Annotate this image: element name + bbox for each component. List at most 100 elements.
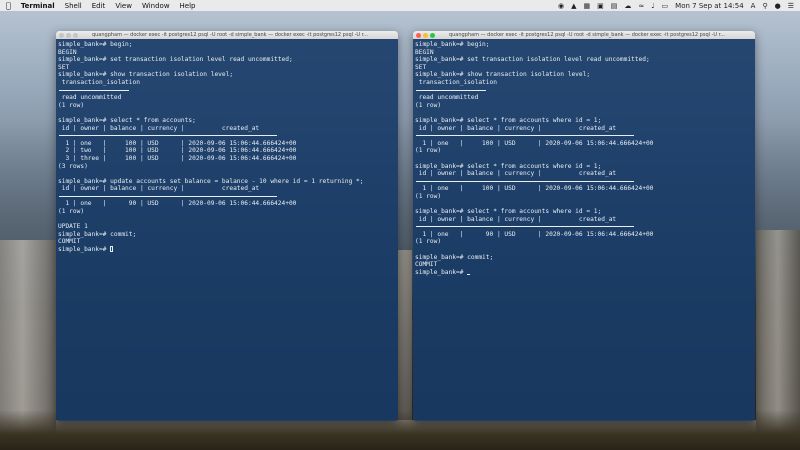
search-icon[interactable]: ⚲ bbox=[762, 2, 767, 10]
table-separator bbox=[415, 132, 753, 140]
prompt-line: simple_bank=# show transaction isolation… bbox=[58, 71, 234, 79]
prompt-line: simple_bank=# select * from accounts whe… bbox=[415, 116, 602, 124]
output-line: (1 row) bbox=[415, 101, 442, 109]
record-icon[interactable]: ◉ bbox=[558, 2, 564, 10]
output-line: SET bbox=[415, 63, 427, 71]
output-line: transaction_isolation bbox=[415, 78, 497, 86]
menu-edit[interactable]: Edit bbox=[92, 2, 106, 10]
prompt-line: simple_bank=# show transaction isolation… bbox=[415, 71, 591, 79]
maximize-icon[interactable] bbox=[430, 32, 435, 38]
clock-text[interactable]: Mon 7 Sep at 14:54 bbox=[675, 2, 744, 10]
output-line: 3 | three | 100 | USD | 2020-09-06 15:06… bbox=[58, 154, 297, 162]
prompt-line: simple_bank=# commit; bbox=[415, 253, 494, 261]
output-line: COMMIT bbox=[415, 261, 438, 269]
menu-view[interactable]: View bbox=[115, 2, 132, 10]
window-title: quangpham — docker exec -it postgres12 p… bbox=[91, 32, 369, 38]
output-line: id | owner | balance | currency | create… bbox=[58, 124, 260, 132]
terminal-window-left[interactable]: quangpham — docker exec -it postgres12 p… bbox=[56, 31, 398, 421]
window-title: quangpham — docker exec -it postgres12 p… bbox=[448, 32, 726, 38]
wifi-icon[interactable]: ≈ bbox=[638, 2, 644, 10]
output-line: BEGIN bbox=[415, 48, 434, 56]
prompt-line: simple_bank=# select * from accounts; bbox=[58, 116, 196, 124]
window-titlebar[interactable]: quangpham — docker exec -it postgres12 p… bbox=[413, 31, 755, 39]
maximize-icon[interactable] bbox=[73, 32, 78, 38]
app-menu-terminal[interactable]: Terminal bbox=[21, 2, 55, 10]
prompt-line: simple_bank=# update accounts set balanc… bbox=[58, 177, 364, 185]
output-line: SET bbox=[58, 63, 70, 71]
output-line: 1 | one | 100 | USD | 2020-09-06 15:06:4… bbox=[415, 139, 654, 147]
menu-help[interactable]: Help bbox=[180, 2, 196, 10]
table-separator bbox=[415, 178, 753, 186]
table-separator bbox=[58, 87, 396, 95]
prompt-line: simple_bank=# bbox=[58, 246, 396, 254]
output-line: (1 row) bbox=[415, 238, 442, 246]
prompt-line: simple_bank=# begin; bbox=[58, 41, 133, 48]
output-line: (3 rows) bbox=[58, 162, 88, 170]
terminal-output[interactable]: simple_bank=# begin; BEGIN simple_bank=# s… bbox=[56, 39, 398, 256]
output-line: id | owner | balance | currency | create… bbox=[415, 170, 617, 178]
table-separator bbox=[58, 132, 396, 140]
output-line: (1 row) bbox=[58, 208, 85, 216]
grid-icon[interactable]: ▦ bbox=[583, 2, 590, 10]
siri-icon[interactable]: ● bbox=[775, 2, 781, 10]
window-titlebar[interactable]: quangpham — docker exec -it postgres12 p… bbox=[56, 31, 398, 39]
menu-window[interactable]: Window bbox=[142, 2, 170, 10]
output-line: 2 | two | 100 | USD | 2020-09-06 15:06:4… bbox=[58, 147, 297, 155]
output-line: read uncommitted bbox=[58, 94, 122, 102]
output-line: (1 row) bbox=[415, 147, 442, 155]
text-cursor bbox=[110, 246, 114, 253]
minimize-icon[interactable] bbox=[66, 32, 71, 38]
apple-menu-icon[interactable]:  bbox=[6, 1, 11, 10]
output-line: (1 row) bbox=[58, 101, 85, 109]
close-icon[interactable] bbox=[416, 32, 421, 38]
volume-icon[interactable]: ♩ bbox=[651, 2, 654, 10]
app-status-icon[interactable]: ▲ bbox=[571, 2, 576, 10]
output-line: 1 | one | 100 | USD | 2020-09-06 15:06:4… bbox=[58, 139, 297, 147]
table-separator bbox=[415, 87, 753, 95]
input-source-icon[interactable]: A bbox=[751, 2, 756, 10]
table-separator bbox=[58, 193, 396, 201]
output-line: 1 | one | 90 | USD | 2020-09-06 15:06:44… bbox=[58, 200, 297, 208]
output-line: UPDATE 1 bbox=[58, 223, 88, 231]
window-controls bbox=[59, 32, 78, 38]
output-line: transaction_isolation bbox=[58, 78, 140, 86]
minimize-icon[interactable] bbox=[423, 32, 428, 38]
prompt-line: simple_bank=# commit; bbox=[58, 230, 137, 238]
output-line: id | owner | balance | currency | create… bbox=[415, 215, 617, 223]
table-separator bbox=[415, 223, 753, 231]
output-line: BEGIN bbox=[58, 48, 77, 56]
close-icon[interactable] bbox=[59, 32, 64, 38]
output-line: 1 | one | 100 | USD | 2020-09-06 15:06:4… bbox=[415, 185, 654, 193]
prompt-line: simple_bank=# begin; bbox=[415, 41, 490, 48]
prompt-line: simple_bank=# select * from accounts whe… bbox=[415, 208, 602, 216]
prompt-line: simple_bank=# bbox=[415, 269, 753, 277]
terminal-window-right[interactable]: quangpham — docker exec -it postgres12 p… bbox=[413, 31, 755, 421]
cloud-icon[interactable]: ☁ bbox=[624, 2, 631, 10]
output-line: (1 row) bbox=[415, 192, 442, 200]
camera-icon[interactable]: ▣ bbox=[597, 2, 604, 10]
terminal-output[interactable]: simple_bank=# begin; BEGIN simple_bank=# s… bbox=[413, 39, 755, 278]
wallpaper-rocks-middle bbox=[398, 250, 412, 420]
docker-icon[interactable]: ▤ bbox=[611, 2, 618, 10]
output-line: 1 | one | 90 | USD | 2020-09-06 15:06:44… bbox=[415, 230, 654, 238]
output-line: id | owner | balance | currency | create… bbox=[58, 185, 260, 193]
output-line: id | owner | balance | currency | create… bbox=[415, 124, 617, 132]
prompt-line: simple_bank=# set transaction isolation … bbox=[58, 56, 293, 64]
text-cursor bbox=[467, 269, 471, 275]
menu-bar:  Terminal Shell Edit View Window Help ◉… bbox=[0, 0, 800, 11]
output-line: read uncommitted bbox=[415, 94, 479, 102]
battery-icon[interactable]: ▭ bbox=[662, 2, 669, 10]
window-controls bbox=[416, 32, 435, 38]
control-center-icon[interactable]: ☰ bbox=[788, 2, 794, 10]
menu-shell[interactable]: Shell bbox=[65, 2, 82, 10]
output-line: COMMIT bbox=[58, 238, 81, 246]
prompt-line: simple_bank=# set transaction isolation … bbox=[415, 56, 650, 64]
prompt-line: simple_bank=# select * from accounts whe… bbox=[415, 162, 602, 170]
